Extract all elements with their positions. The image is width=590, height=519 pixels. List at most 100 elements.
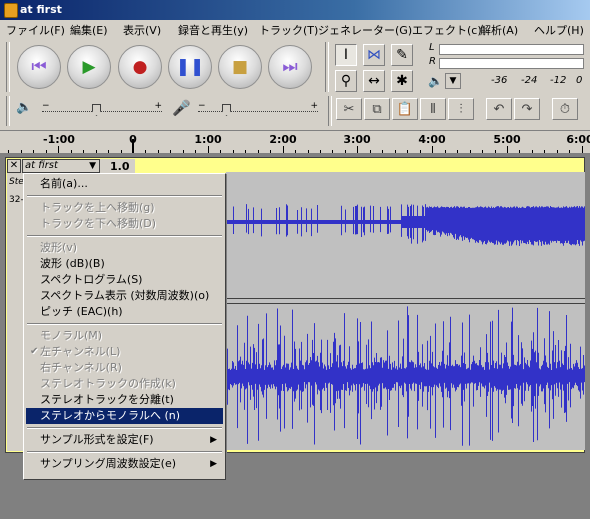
skip-end-icon: ⏭ [282, 56, 298, 77]
menu-item[interactable]: ステレオからモノラルへ (n) [26, 408, 223, 424]
edit-grip[interactable] [328, 96, 332, 126]
menu-item[interactable]: ピッチ (EAC)(h) [26, 304, 223, 320]
menu-item-label: サンプル形式を設定(F) [40, 433, 154, 446]
ruler-tick [582, 146, 583, 153]
menu-item-label: 右チャンネル(R) [40, 361, 122, 374]
ruler-tick [208, 146, 209, 153]
ruler-tick [283, 146, 284, 153]
menu-file[interactable]: ファイル(F) [6, 22, 65, 38]
envelope-tool[interactable]: ⋈ [363, 44, 385, 66]
menu-item[interactable]: サンプル形式を設定(F) ▶ [26, 432, 223, 448]
track-name-dropdown[interactable]: at first ▼ [22, 159, 100, 173]
microphone-icon: 🎤 [172, 99, 191, 117]
track-info-channels: Ste [9, 177, 24, 187]
ruler-label: 6:00 [566, 133, 590, 146]
trim-button[interactable]: ⫴ [420, 98, 446, 120]
zoom-tool[interactable]: ⚲ [335, 70, 357, 92]
redo-button[interactable]: ↷ [514, 98, 540, 120]
ruler-tick [158, 150, 159, 153]
meter-dropdown[interactable]: ▼ [445, 73, 461, 89]
menu-item-label: スペクトログラム(S) [40, 273, 143, 286]
paste-button[interactable]: 📋 [392, 98, 418, 120]
play-button[interactable]: ▶ [67, 45, 111, 89]
ruler-tick [108, 150, 109, 153]
waveform-left-channel[interactable] [226, 172, 585, 298]
ruler-tick [195, 150, 196, 153]
output-volume-thumb[interactable] [92, 104, 101, 116]
sync-lock-button[interactable]: ⏱ [552, 98, 578, 120]
menu-generate[interactable]: ジェネレーター(G) [318, 22, 412, 38]
menu-item[interactable]: スペクトログラム(S) [26, 272, 223, 288]
ruler-tick [407, 150, 408, 153]
meter-scale-36: -36 [491, 75, 508, 86]
title-bar: at first [0, 0, 590, 20]
menu-item-label: 波形 (dB)(B) [40, 257, 105, 270]
menu-item-label: ステレオトラックを分離(t) [40, 393, 174, 406]
input-volume-thumb[interactable] [222, 104, 231, 116]
output-volume-slider[interactable]: − + [42, 101, 162, 116]
envelope-icon: ⋈ [367, 47, 381, 63]
undo-button[interactable]: ↶ [486, 98, 512, 120]
checkmark-icon: ✔ [30, 346, 39, 357]
menu-item: 右チャンネル(R) [26, 360, 223, 376]
silence-button[interactable]: ⫶ [448, 98, 474, 120]
submenu-arrow-icon: ▶ [210, 459, 217, 469]
ruler-tick [495, 150, 496, 153]
cut-button[interactable]: ✂ [336, 98, 362, 120]
timeline-ruler[interactable]: -1:00 0 1:00 2:00 3:00 4:00 5:00 6:00 [0, 130, 590, 154]
menu-item-label: トラックを下へ移動(D) [40, 217, 157, 230]
stop-button[interactable]: ■ [218, 45, 262, 89]
record-icon: ● [132, 56, 148, 77]
pause-button[interactable]: ❚❚ [168, 45, 212, 89]
toolbar-divider [325, 42, 329, 92]
meter-toolbar[interactable]: L R 🔈 ▼ -36 -24 -12 0 [425, 42, 586, 92]
menu-tracks[interactable]: トラック(T) [259, 22, 318, 38]
meter-right-label: R [429, 56, 436, 67]
track-close-button[interactable]: ✕ [7, 159, 21, 173]
multi-tool[interactable]: ✱ [391, 70, 413, 92]
ruler-label: 3:00 [343, 133, 371, 146]
input-volume-slider[interactable]: − + [198, 101, 318, 116]
menu-analyze[interactable]: 解析(A) [480, 22, 518, 38]
ruler-tick [121, 150, 122, 153]
meter-left-bar [439, 44, 584, 55]
play-position-marker[interactable] [132, 139, 134, 153]
ruler-tick [71, 150, 72, 153]
menu-transport[interactable]: 録音と再生(y) [178, 22, 248, 38]
ruler-tick [233, 150, 234, 153]
menu-effect[interactable]: エフェクト(c) [412, 22, 482, 38]
menu-item[interactable]: 波形 (dB)(B) [26, 256, 223, 272]
skip-end-button[interactable]: ⏭ [268, 45, 312, 89]
draw-tool[interactable]: ✎ [391, 44, 413, 66]
redo-icon: ↷ [521, 101, 533, 117]
menu-view[interactable]: 表示(V) [123, 22, 161, 38]
ruler-tick [370, 150, 371, 153]
copy-button[interactable]: ⧉ [364, 98, 390, 120]
skip-start-icon: ⏮ [31, 56, 47, 77]
ruler-tick [457, 150, 458, 153]
menu-help[interactable]: ヘルプ(H) [534, 22, 584, 38]
speaker-icon[interactable]: 🔈 [428, 74, 443, 88]
menu-item[interactable]: 名前(a)... [26, 176, 223, 192]
skip-start-button[interactable]: ⏮ [17, 45, 61, 89]
menu-edit[interactable]: 編集(E) [70, 22, 108, 38]
selection-tool[interactable]: I [335, 44, 357, 66]
menu-item[interactable]: ステレオトラックを分離(t) [26, 392, 223, 408]
menu-separator [27, 451, 222, 453]
copy-icon: ⧉ [372, 101, 382, 117]
menu-item-label: サンプリング周波数設定(e) [40, 457, 177, 470]
waveform-right-channel[interactable] [226, 304, 585, 450]
timeshift-tool[interactable]: ↔ [363, 70, 385, 92]
menu-item[interactable]: スペクトラム表示 (対数周波数)(o) [26, 288, 223, 304]
ruler-tick [544, 150, 545, 153]
mixer-grip[interactable] [6, 96, 10, 126]
menu-item-label: スペクトラム表示 (対数周波数)(o) [40, 289, 210, 302]
ruler-tick [46, 150, 47, 153]
meter-right-bar [439, 58, 584, 69]
toolbar-grip[interactable] [6, 42, 10, 92]
track-context-menu: 名前(a)... トラックを上へ移動(g) トラックを下へ移動(D) 波形(v) 波形 … [23, 173, 226, 480]
menu-item[interactable]: サンプリング周波数設定(e) ▶ [26, 456, 223, 472]
record-button[interactable]: ● [118, 45, 162, 89]
asterisk-icon: ✱ [396, 73, 408, 89]
ruler-tick [258, 150, 259, 153]
